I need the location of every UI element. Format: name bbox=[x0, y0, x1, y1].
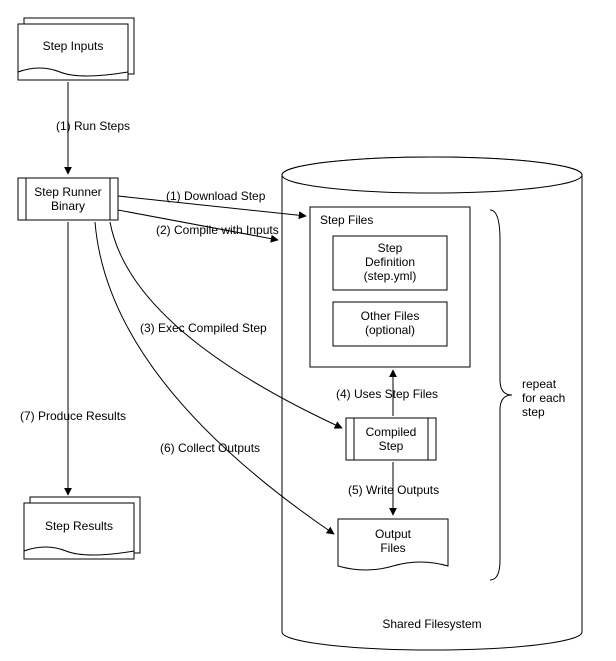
step-runner-binary-label-l1: Step Runner bbox=[34, 185, 101, 199]
output-files-node: Output Files bbox=[338, 519, 448, 570]
step-runner-binary-node: Step Runner Binary bbox=[18, 178, 118, 220]
compiled-step-node: Compiled Step bbox=[346, 418, 436, 460]
step-results-label: Step Results bbox=[45, 519, 113, 533]
collect-outputs-label: (6) Collect Outputs bbox=[160, 441, 260, 455]
step-definition-l3: (step.yml) bbox=[364, 269, 417, 283]
step-definition-l1: Step bbox=[378, 241, 403, 255]
other-files-l2: (optional) bbox=[365, 323, 415, 337]
edge-compile-with-inputs: (2) Compile with Inputs bbox=[118, 210, 279, 240]
step-runner-binary-label-l2: Binary bbox=[51, 199, 85, 213]
repeat-l2: for each bbox=[522, 391, 565, 405]
step-results-node: Step Results bbox=[24, 497, 140, 559]
exec-compiled-step-label: (3) Exec Compiled Step bbox=[140, 321, 267, 335]
output-files-l2: Files bbox=[380, 541, 405, 555]
step-inputs-label: Step Inputs bbox=[43, 39, 104, 53]
produce-results-label: (7) Produce Results bbox=[20, 409, 126, 423]
step-files-label: Step Files bbox=[320, 213, 373, 227]
compiled-step-l2: Step bbox=[379, 439, 404, 453]
output-files-l1: Output bbox=[375, 527, 412, 541]
other-files-l1: Other Files bbox=[361, 309, 420, 323]
step-definition-l2: Definition bbox=[365, 255, 415, 269]
edge-run-steps: (1) Run Steps bbox=[56, 82, 130, 174]
edge-download-step: (1) Download Step bbox=[118, 189, 306, 216]
uses-step-files-label: (4) Uses Step Files bbox=[336, 387, 438, 401]
repeat-l3: step bbox=[522, 405, 545, 419]
compile-with-inputs-label: (2) Compile with Inputs bbox=[156, 223, 279, 237]
shared-filesystem-label: Shared Filesystem bbox=[382, 617, 481, 631]
repeat-l1: repeat bbox=[522, 377, 557, 391]
write-outputs-label: (5) Write Outputs bbox=[348, 483, 439, 497]
run-steps-label: (1) Run Steps bbox=[56, 119, 130, 133]
compiled-step-l1: Compiled bbox=[366, 425, 417, 439]
step-files-container: Step Files Step Definition (step.yml) Ot… bbox=[310, 207, 470, 367]
download-step-label: (1) Download Step bbox=[166, 189, 266, 203]
step-inputs-node: Step Inputs bbox=[18, 18, 134, 80]
edge-produce-results: (7) Produce Results bbox=[20, 222, 126, 495]
